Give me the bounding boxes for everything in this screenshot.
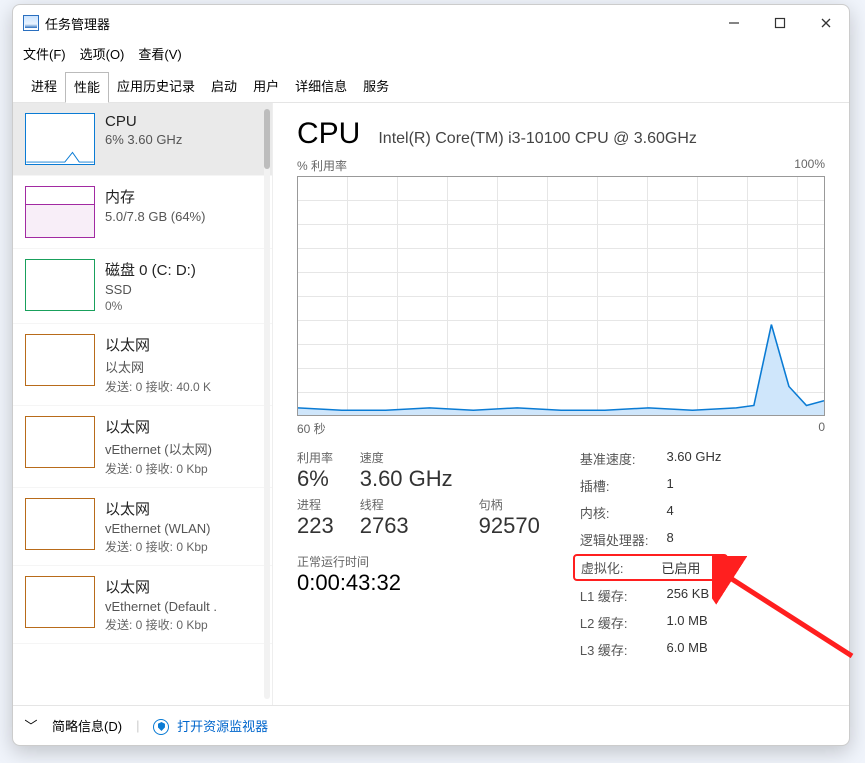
sidebar-item-name: 内存 <box>105 186 205 207</box>
speed-value: 3.60 GHz <box>360 466 453 492</box>
speed-label: 速度 <box>360 449 453 466</box>
sidebar-item-net-3[interactable]: 以太网以太网发送: 0 接收: 40.0 K <box>13 324 272 406</box>
cpu-utilization-chart <box>297 176 825 416</box>
task-manager-window: 任务管理器 文件(F) 选项(O) 查看(V) 进程 性能 应用历史记录 启动 … <box>12 4 850 746</box>
main-panel: CPU Intel(R) Core(TM) i3-10100 CPU @ 3.6… <box>273 103 849 705</box>
sidebar-item-net-4[interactable]: 以太网 vEthernet (以太网) 发送: 0 接收: 0 Kbp <box>13 406 272 488</box>
menu-options[interactable]: 选项(O) <box>80 44 125 63</box>
shield-icon <box>153 719 169 735</box>
sidebar-item-name: 以太网 <box>105 416 212 437</box>
sidebar-item-sub1: 5.0/7.8 GB (64%) <box>105 209 205 224</box>
net-thumbnail-icon <box>25 416 95 468</box>
sockets-val: 1 <box>666 476 721 495</box>
sidebar-item-net-5[interactable]: 以太网 vEthernet (WLAN) 发送: 0 接收: 0 Kbp <box>13 488 272 566</box>
l1-val: 256 KB <box>666 586 721 605</box>
virtualization-val: 已启用 <box>661 558 720 577</box>
sidebar-item-sub1: vEthernet (以太网) <box>105 439 212 458</box>
sidebar-item-sub1: vEthernet (Default . <box>105 599 217 614</box>
l1-key: L1 缓存: <box>580 586 649 605</box>
sidebar-item-name: 以太网 <box>105 334 211 355</box>
sidebar-item-sub2: 0% <box>105 299 196 313</box>
uptime-label: 正常运行时间 <box>297 553 540 570</box>
util-value: 6% <box>297 466 334 492</box>
close-button[interactable] <box>803 7 849 39</box>
minimize-button[interactable] <box>711 7 757 39</box>
processes-value: 223 <box>297 513 334 539</box>
base-speed-val: 3.60 GHz <box>666 449 721 468</box>
net-thumbnail-icon <box>25 576 95 628</box>
sidebar-item-name: 以太网 <box>105 576 217 597</box>
chart-label-top-left: % 利用率 <box>297 157 347 174</box>
sidebar-item-name: 磁盘 0 (C: D:) <box>105 259 196 280</box>
threads-value: 2763 <box>360 513 453 539</box>
titlebar[interactable]: 任务管理器 <box>13 5 849 41</box>
tab-services[interactable]: 服务 <box>355 72 397 101</box>
sidebar-item-sub1: SSD <box>105 282 196 297</box>
sidebar-item-net-6[interactable]: 以太网 vEthernet (Default . 发送: 0 接收: 0 Kbp <box>13 566 272 644</box>
sidebar: CPU 6% 3.60 GHz 内存 5.0/7.8 GB (64%) 磁盘 0 (C:… <box>13 103 273 705</box>
l2-key: L2 缓存: <box>580 613 649 632</box>
cpu-spec-table: 基准速度: 3.60 GHz 插槽: 1 内核: 4 逻辑处理器: 8 虚拟化:… <box>580 449 722 659</box>
menubar: 文件(F) 选项(O) 查看(V) <box>13 41 849 65</box>
tab-performance[interactable]: 性能 <box>65 72 109 103</box>
app-icon <box>23 15 39 31</box>
tab-processes[interactable]: 进程 <box>23 72 65 101</box>
util-label: 利用率 <box>297 449 334 466</box>
sidebar-item-mem-1[interactable]: 内存 5.0/7.8 GB (64%) <box>13 176 272 249</box>
handles-label: 句柄 <box>479 496 540 513</box>
chart-label-bottom-right: 0 <box>818 420 825 437</box>
sidebar-item-sub1: 6% 3.60 GHz <box>105 132 182 147</box>
sidebar-item-disk-2[interactable]: 磁盘 0 (C: D:) SSD 0% <box>13 249 272 324</box>
sockets-key: 插槽: <box>580 476 649 495</box>
sidebar-item-sub2: 发送: 0 接收: 0 Kbp <box>105 616 217 633</box>
menu-file[interactable]: 文件(F) <box>23 44 66 63</box>
l2-val: 1.0 MB <box>666 613 721 632</box>
sidebar-item-cpu-0[interactable]: CPU 6% 3.60 GHz <box>13 103 272 176</box>
processes-label: 进程 <box>297 496 334 513</box>
sidebar-item-sub2: 发送: 0 接收: 0 Kbp <box>105 460 212 477</box>
sidebar-scrollbar[interactable] <box>264 109 270 699</box>
virtualization-key: 虚拟化: <box>581 558 644 577</box>
cpu-model: Intel(R) Core(TM) i3-10100 CPU @ 3.60GHz <box>378 130 697 148</box>
cpu-thumbnail-icon <box>25 113 95 165</box>
bottombar: 〉 简略信息(D) | 打开资源监视器 <box>13 705 849 745</box>
sidebar-item-sub2: 发送: 0 接收: 0 Kbp <box>105 538 210 555</box>
handles-value: 92570 <box>479 513 540 539</box>
chart-label-bottom-left: 60 秒 <box>297 420 326 437</box>
tab-app-history[interactable]: 应用历史记录 <box>109 72 203 101</box>
brief-info-link[interactable]: 简略信息(D) <box>52 716 122 735</box>
tabbar: 进程 性能 应用历史记录 启动 用户 详细信息 服务 <box>13 65 849 103</box>
tab-details[interactable]: 详细信息 <box>287 72 355 101</box>
cores-key: 内核: <box>580 503 649 522</box>
base-speed-key: 基准速度: <box>580 449 649 468</box>
tab-users[interactable]: 用户 <box>245 72 287 101</box>
sidebar-item-name: 以太网 <box>105 498 210 519</box>
logical-key: 逻辑处理器: <box>580 530 649 549</box>
tab-startup[interactable]: 启动 <box>203 72 245 101</box>
virtualization-highlight: 虚拟化: 已启用 <box>573 554 729 581</box>
open-resource-monitor-link[interactable]: 打开资源监视器 <box>153 716 268 735</box>
cores-val: 4 <box>666 503 721 522</box>
sidebar-item-sub2: 发送: 0 接收: 40.0 K <box>105 378 211 395</box>
threads-label: 线程 <box>360 496 453 513</box>
net-thumbnail-icon <box>25 334 95 386</box>
sidebar-item-sub1: vEthernet (WLAN) <box>105 521 210 536</box>
sidebar-item-sub1: 以太网 <box>105 357 211 376</box>
menu-view[interactable]: 查看(V) <box>138 44 181 63</box>
sidebar-item-name: CPU <box>105 113 182 130</box>
page-title: CPU <box>297 117 360 151</box>
logical-val: 8 <box>666 530 721 549</box>
chart-label-top-right: 100% <box>794 157 825 174</box>
uptime-value: 0:00:43:32 <box>297 570 540 596</box>
net-thumbnail-icon <box>25 498 95 550</box>
l3-val: 6.0 MB <box>666 640 721 659</box>
window-title: 任务管理器 <box>45 14 110 33</box>
chevron-down-icon[interactable]: 〉 <box>22 719 41 732</box>
l3-key: L3 缓存: <box>580 640 649 659</box>
mem-thumbnail-icon <box>25 186 95 238</box>
maximize-button[interactable] <box>757 7 803 39</box>
disk-thumbnail-icon <box>25 259 95 311</box>
